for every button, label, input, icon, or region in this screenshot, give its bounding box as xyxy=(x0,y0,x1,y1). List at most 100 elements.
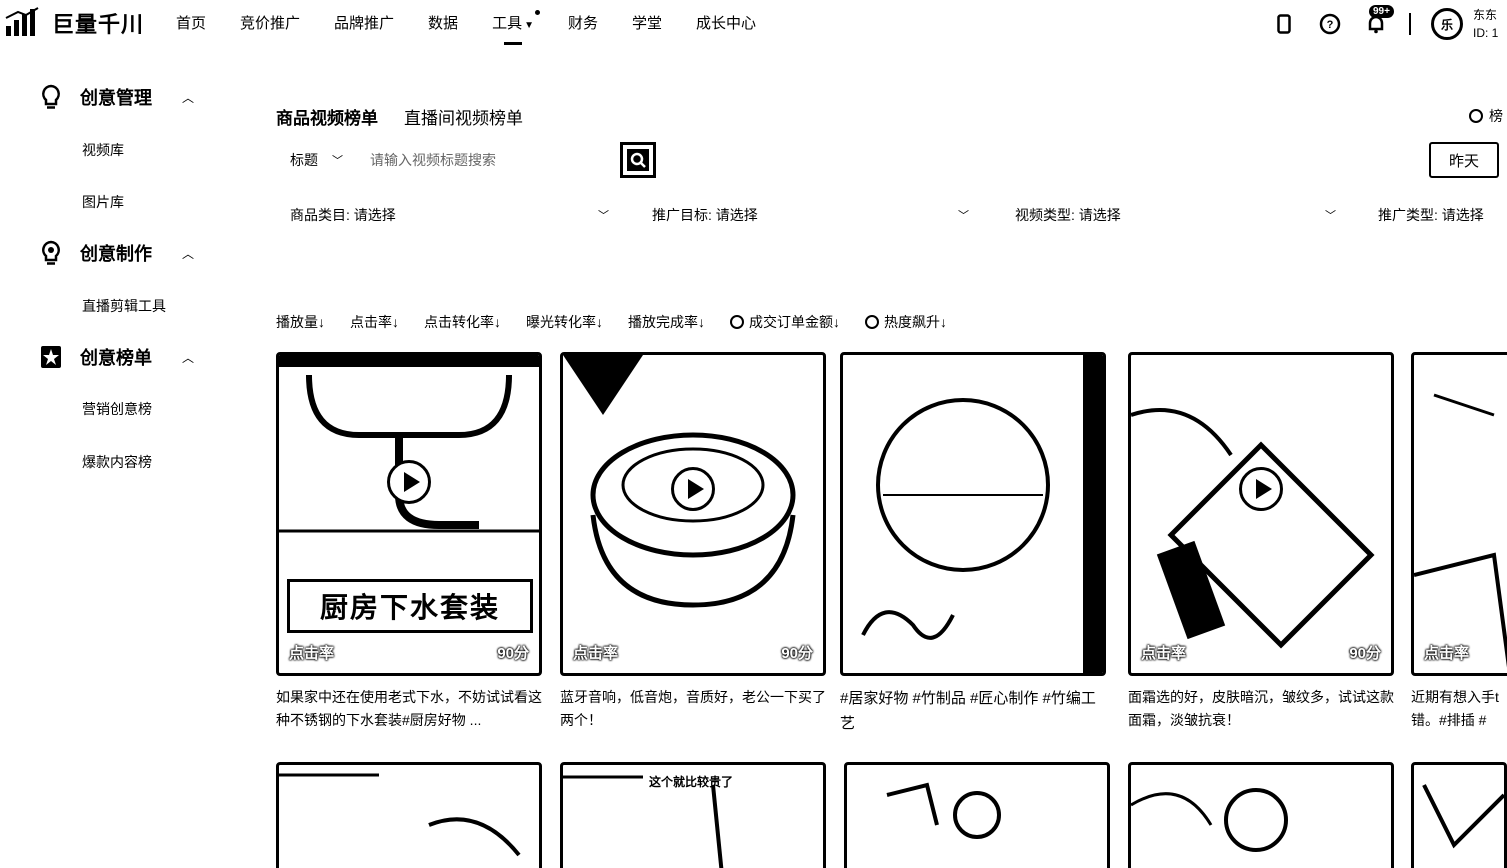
nav-label: 竞价推广 xyxy=(240,15,301,32)
mobile-icon[interactable] xyxy=(1273,13,1295,35)
video-thumbnail[interactable] xyxy=(844,762,1110,868)
video-card[interactable]: #居家好物 #竹制品 #匠心制作 #竹编工艺 xyxy=(840,352,1106,736)
video-card[interactable]: 厨房下水套装 点击率 90分 如果家中还在使用老式下水，不妨试试看这种不锈钢的下… xyxy=(276,352,542,732)
nav-label: 数据 xyxy=(428,15,459,32)
tab-product-video-rank[interactable]: 商品视频榜单 xyxy=(276,104,378,129)
user-id: ID: 1 xyxy=(1473,26,1499,40)
nav-label: 首页 xyxy=(176,15,207,32)
nav-bidding-promotion[interactable]: 竞价推广 xyxy=(240,12,300,33)
nav-label: 品牌推广 xyxy=(334,15,395,32)
play-icon[interactable] xyxy=(387,460,431,505)
sidebar-group-label: 创意制作 xyxy=(80,244,152,264)
play-icon[interactable] xyxy=(1239,466,1283,511)
video-thumbnail[interactable]: 点击率 90分 xyxy=(560,352,826,676)
user-info[interactable]: 东东 ID: 1 xyxy=(1473,6,1507,42)
video-thumbnail[interactable]: 厨房下水套装 点击率 90分 xyxy=(276,352,542,676)
sidebar-group-creative-ranking[interactable]: 创意榜单 ︿ xyxy=(40,344,194,370)
sort-click-conversion[interactable]: 点击转化率↓ xyxy=(424,312,501,332)
sidebar-group-label: 创意管理 xyxy=(80,88,152,108)
svg-text:?: ? xyxy=(1327,19,1334,31)
video-thumbnail[interactable] xyxy=(840,352,1106,676)
thumbnail-caption: 厨房下水套装 xyxy=(287,579,533,633)
sort-trending[interactable]: 热度飙升↓ xyxy=(865,312,947,332)
sidebar-item-hot-content-rank[interactable]: 爆款内容榜 xyxy=(82,452,152,472)
thumbnail-art xyxy=(886,782,1001,839)
sort-ctr[interactable]: 点击率↓ xyxy=(350,312,399,332)
sort-label: 点击转化率↓ xyxy=(424,314,501,330)
sort-label: 播放完成率↓ xyxy=(628,314,705,330)
play-icon[interactable] xyxy=(671,466,715,511)
caret-down-icon: ▼ xyxy=(524,20,534,31)
header-actions: ? 99+ 乐 东东 ID: 1 xyxy=(1249,5,1507,42)
date-button[interactable]: 昨天 xyxy=(1429,142,1499,178)
nav-finance[interactable]: 财务 xyxy=(568,12,598,33)
sort-completion-rate[interactable]: 播放完成率↓ xyxy=(628,312,705,332)
thumbnail-art xyxy=(861,355,1103,673)
search-button[interactable] xyxy=(620,142,656,178)
search-type-select[interactable]: 标题 ﹀ xyxy=(276,150,370,170)
notification-badge: 99+ xyxy=(1369,5,1394,18)
sidebar-item-video-library[interactable]: 视频库 xyxy=(82,140,124,160)
nav-label: 财务 xyxy=(567,15,598,32)
video-thumbnail[interactable]: 点击率 90分 xyxy=(1128,352,1394,676)
header-divider xyxy=(1409,13,1411,35)
avatar[interactable]: 乐 xyxy=(1431,8,1463,40)
filter-promotion-type[interactable]: 推广类型: 请选择 xyxy=(1378,205,1484,225)
bulb-gear-icon xyxy=(42,240,60,265)
filter-product-category[interactable]: 商品类目: 请选择 ﹀ xyxy=(290,205,609,225)
sidebar-group-creative-management[interactable]: 创意管理 ︿ xyxy=(40,84,194,110)
nav-growth-center[interactable]: 成长中心 xyxy=(696,12,756,33)
video-thumbnail[interactable]: 点击率 xyxy=(1411,352,1507,676)
search-icon xyxy=(627,149,649,171)
video-thumbnail[interactable] xyxy=(1128,762,1394,868)
nav-academy[interactable]: 学堂 xyxy=(632,12,662,33)
search-bar: 标题 ﹀ xyxy=(276,142,656,178)
metric-label: 点击率 xyxy=(289,645,335,662)
sidebar-group-creative-production[interactable]: 创意制作 ︿ xyxy=(40,240,194,266)
video-card[interactable]: 点击率 90分 面霜选的好，皮肤暗沉，皱纹多，试试这款面霜，淡皱抗衰！ xyxy=(1128,352,1394,732)
nav-home[interactable]: 首页 xyxy=(176,12,206,33)
filter-label: 推广目标: xyxy=(652,207,712,223)
sort-exposure-conversion[interactable]: 曝光转化率↓ xyxy=(526,312,603,332)
notification-bell-icon[interactable]: 99+ xyxy=(1365,5,1394,35)
thumbnail-art xyxy=(1131,408,1375,649)
nav-data[interactable]: 数据 xyxy=(428,12,458,33)
main-nav: 首页 竞价推广 品牌推广 数据 工具 ▼ 财务 学堂 成长中心 xyxy=(176,10,790,45)
sort-order-amount[interactable]: 成交订单金额↓ xyxy=(730,312,840,332)
sort-label: 点击率↓ xyxy=(350,314,399,330)
score-label: 90分 xyxy=(781,645,813,662)
sidebar-item-live-clip-tool[interactable]: 直播剪辑工具 xyxy=(82,296,166,316)
rank-radio-label: 榜 xyxy=(1489,108,1503,124)
avatar-text: 乐 xyxy=(1440,17,1453,32)
nav-tools[interactable]: 工具 ▼ xyxy=(492,10,540,45)
star-badge-icon xyxy=(41,346,61,368)
video-card[interactable]: 点击率 90分 蓝牙音响，低音炮，音质好，老公一下买了两个！ xyxy=(560,352,826,732)
sidebar-item-image-library[interactable]: 图片库 xyxy=(82,192,124,212)
nav-brand-promotion[interactable]: 品牌推广 xyxy=(334,12,394,33)
logo-bars-icon xyxy=(5,7,39,36)
filter-promotion-goal[interactable]: 推广目标: 请选择 ﹀ xyxy=(652,205,969,225)
tab-live-room-video-rank[interactable]: 直播间视频榜单 xyxy=(404,104,523,129)
radio-circle-icon xyxy=(730,315,744,329)
filter-label: 商品类目: xyxy=(290,207,350,223)
user-name: 东东 xyxy=(1473,8,1498,22)
chevron-up-icon: ︿ xyxy=(182,90,195,105)
video-thumbnail[interactable]: 这个就比较贵了 xyxy=(560,762,826,868)
radio-circle-icon xyxy=(865,315,879,329)
video-description: 蓝牙音响，低音炮，音质好，老公一下买了两个！ xyxy=(560,689,826,728)
chevron-up-icon: ︿ xyxy=(182,350,195,365)
top-navbar: 巨量千川 首页 竞价推广 品牌推广 数据 工具 ▼ 财务 学堂 成长中心 ? 99… xyxy=(0,0,1507,48)
thumbnail-art xyxy=(279,773,521,857)
video-description: 近期有想入手t错。#排插 # xyxy=(1411,689,1499,728)
brand-logo[interactable]: 巨量千川 xyxy=(4,6,144,40)
search-input[interactable] xyxy=(370,145,610,175)
help-icon[interactable]: ? xyxy=(1319,13,1341,35)
filter-video-type[interactable]: 视频类型: 请选择 ﹀ xyxy=(1015,205,1336,225)
video-thumbnail[interactable] xyxy=(1411,762,1507,868)
video-description: 面霜选的好，皮肤暗沉，皱纹多，试试这款面霜，淡皱抗衰！ xyxy=(1128,689,1394,728)
video-card[interactable]: 点击率 近期有想入手t错。#排插 # xyxy=(1411,352,1507,732)
sidebar-item-marketing-creative-rank[interactable]: 营销创意榜 xyxy=(82,399,152,419)
video-thumbnail[interactable] xyxy=(276,762,542,868)
rank-radio[interactable]: 榜 xyxy=(1469,106,1503,126)
sort-play-count[interactable]: 播放量↓ xyxy=(276,312,325,332)
